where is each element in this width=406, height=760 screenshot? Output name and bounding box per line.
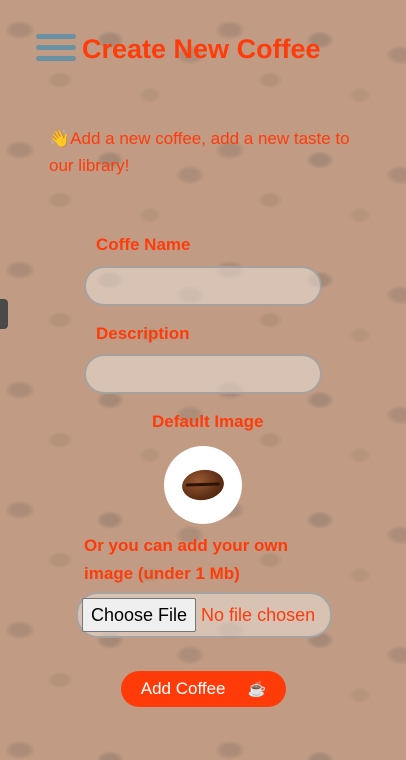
default-image[interactable] bbox=[164, 446, 242, 524]
coffee-name-input[interactable] bbox=[84, 266, 322, 306]
no-file-chosen-text: No file chosen bbox=[201, 604, 316, 625]
default-image-label: Default Image bbox=[152, 412, 264, 431]
description-label: Description bbox=[96, 324, 190, 343]
page-title: Create New Coffee bbox=[82, 34, 321, 64]
coffee-cup-icon: ☕ bbox=[247, 681, 267, 698]
add-coffee-label: Add Coffee bbox=[140, 679, 226, 698]
waving-hand-icon: 👋 bbox=[49, 129, 71, 148]
coffee-bean-icon bbox=[180, 467, 226, 503]
add-coffee-button[interactable]: Add Coffee ☕ bbox=[121, 671, 286, 707]
description-input[interactable] bbox=[84, 354, 322, 394]
file-upload-field: Choose File No file chosen bbox=[76, 592, 332, 638]
own-image-label: Or you can add your own image (under 1 M… bbox=[84, 536, 289, 583]
coffee-name-label: Coffe Name bbox=[96, 235, 191, 254]
hamburger-menu-icon[interactable] bbox=[36, 34, 76, 68]
side-drawer-handle[interactable] bbox=[0, 299, 8, 329]
intro-message: Add a new coffee, add a new taste to our… bbox=[49, 129, 350, 175]
intro-text: 👋Add a new coffee, add a new taste to ou… bbox=[49, 125, 369, 179]
create-coffee-page: Create New Coffee 👋Add a new coffee, add… bbox=[0, 0, 406, 760]
choose-file-button[interactable]: Choose File bbox=[82, 598, 197, 632]
